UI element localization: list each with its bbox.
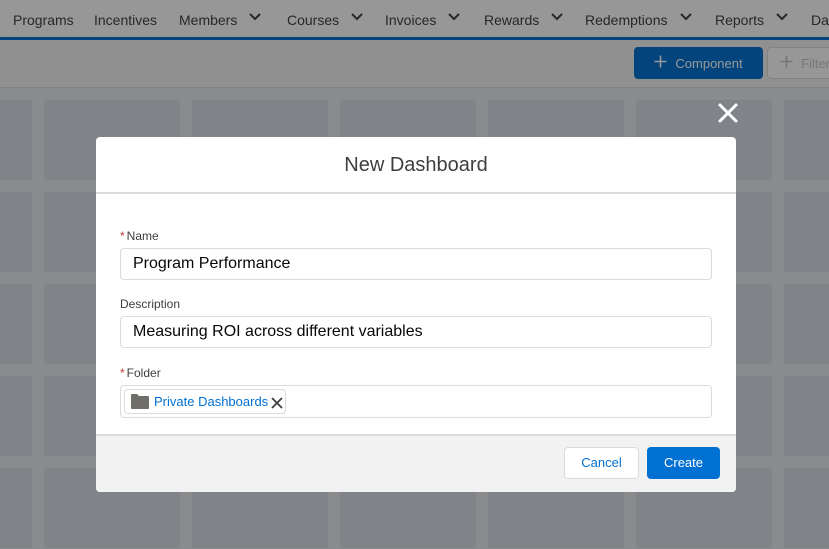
- folder-icon: [130, 393, 150, 410]
- folder-label: * Folder: [120, 366, 161, 380]
- folder-lookup-field[interactable]: Private Dashboards: [120, 385, 712, 418]
- selected-folder-pill[interactable]: Private Dashboards: [124, 389, 286, 414]
- dialog-title: New Dashboard: [96, 137, 736, 194]
- dialog-footer: Cancel Create: [96, 434, 736, 492]
- required-indicator: *: [120, 229, 125, 243]
- cancel-button[interactable]: Cancel: [564, 447, 639, 479]
- description-input[interactable]: Measuring ROI across different variables: [120, 316, 712, 348]
- folder-label-text: Folder: [126, 366, 161, 380]
- selected-folder-label: Private Dashboards: [154, 394, 269, 409]
- new-dashboard-dialog: New Dashboard * Name Program Performance …: [96, 137, 736, 492]
- close-icon[interactable]: [271, 396, 283, 409]
- close-icon[interactable]: [716, 101, 740, 125]
- name-label: * Name: [120, 229, 159, 243]
- name-input[interactable]: Program Performance: [120, 248, 712, 280]
- description-label: Description: [120, 297, 181, 311]
- name-label-text: Name: [126, 229, 159, 243]
- create-button[interactable]: Create: [647, 447, 720, 479]
- required-indicator: *: [120, 366, 125, 380]
